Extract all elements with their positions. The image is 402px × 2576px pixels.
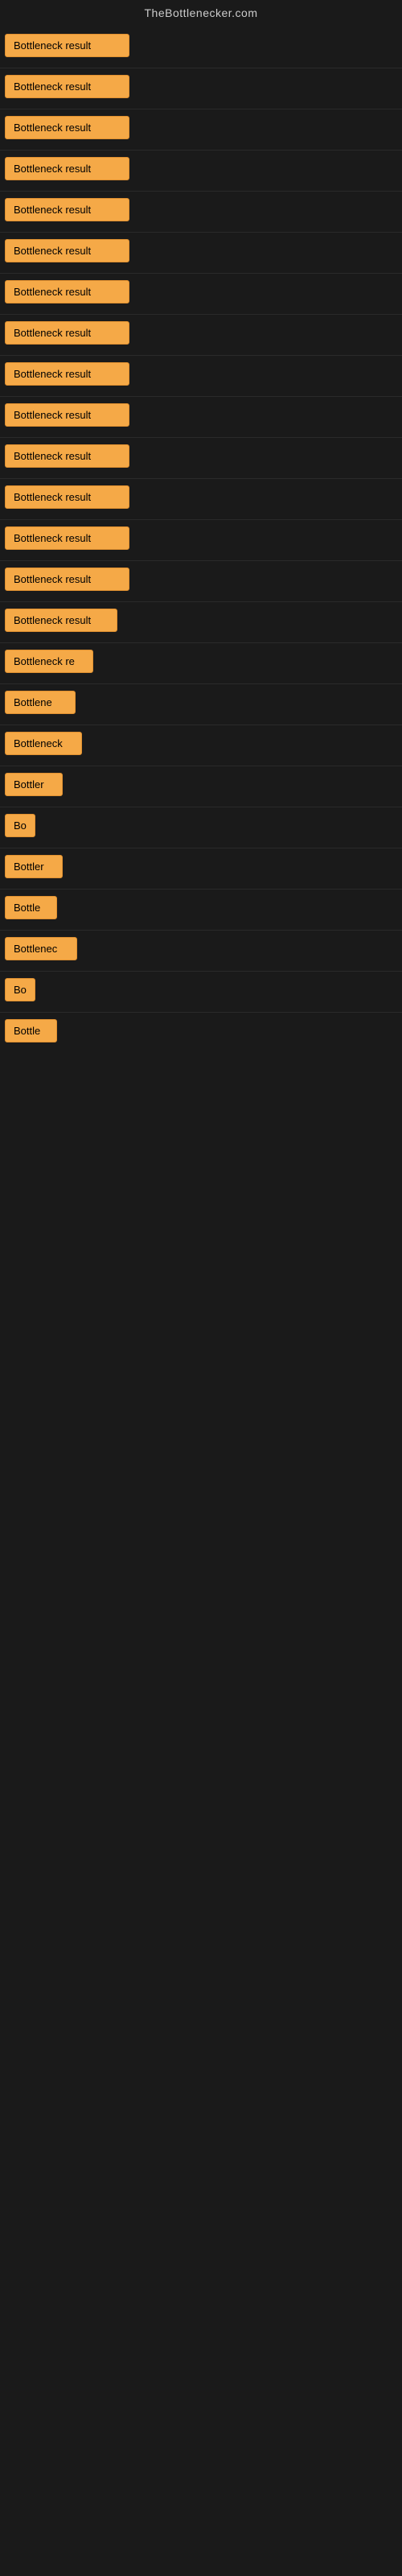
bottleneck-result-badge[interactable]: Bottleneck — [5, 732, 82, 755]
list-item: Bottleneck result — [0, 233, 402, 274]
list-item: Bottleneck result — [0, 192, 402, 233]
bottleneck-result-badge[interactable]: Bottleneck result — [5, 321, 129, 345]
list-item: Bottleneck — [0, 725, 402, 766]
bottleneck-result-badge[interactable]: Bo — [5, 978, 35, 1001]
bottleneck-result-badge[interactable]: Bottleneck result — [5, 568, 129, 591]
list-item: Bottleneck result — [0, 561, 402, 602]
bottleneck-result-badge[interactable]: Bottleneck result — [5, 403, 129, 427]
list-item: Bottleneck result — [0, 602, 402, 643]
list-item: Bottleneck re — [0, 643, 402, 684]
site-title: TheBottlenecker.com — [0, 0, 402, 27]
list-item: Bottleneck result — [0, 315, 402, 356]
list-item: Bottler — [0, 766, 402, 807]
list-item: Bottleneck result — [0, 109, 402, 151]
list-item: Bottleneck result — [0, 479, 402, 520]
bottleneck-result-badge[interactable]: Bo — [5, 814, 35, 837]
bottleneck-result-badge[interactable]: Bottleneck result — [5, 526, 129, 550]
list-item: Bottleneck result — [0, 68, 402, 109]
bottleneck-result-badge[interactable]: Bottleneck result — [5, 444, 129, 468]
bottleneck-result-badge[interactable]: Bottleneck result — [5, 485, 129, 509]
list-item: Bottleneck result — [0, 438, 402, 479]
list-item: Bo — [0, 807, 402, 848]
bottleneck-list: Bottleneck result Bottleneck result Bottle… — [0, 27, 402, 1053]
bottleneck-result-badge[interactable]: Bottleneck re — [5, 650, 93, 673]
bottleneck-result-badge[interactable]: Bottleneck result — [5, 280, 129, 303]
bottleneck-result-badge[interactable]: Bottle — [5, 896, 57, 919]
bottleneck-result-badge[interactable]: Bottleneck result — [5, 75, 129, 98]
bottleneck-result-badge[interactable]: Bottleneck result — [5, 116, 129, 139]
list-item: Bottler — [0, 848, 402, 890]
list-item: Bottleneck result — [0, 27, 402, 68]
bottleneck-result-badge[interactable]: Bottleneck result — [5, 609, 117, 632]
bottleneck-result-badge[interactable]: Bottleneck result — [5, 34, 129, 57]
list-item: Bottle — [0, 1013, 402, 1053]
list-item: Bottle — [0, 890, 402, 931]
bottleneck-result-badge[interactable]: Bottleneck result — [5, 362, 129, 386]
list-item: Bottleneck result — [0, 274, 402, 315]
site-header: TheBottlenecker.com — [0, 0, 402, 27]
bottleneck-result-badge[interactable]: Bottlenec — [5, 937, 77, 960]
list-item: Bottleneck result — [0, 356, 402, 397]
list-item: Bottlenec — [0, 931, 402, 972]
bottleneck-result-badge[interactable]: Bottleneck result — [5, 157, 129, 180]
list-item: Bo — [0, 972, 402, 1013]
bottleneck-result-badge[interactable]: Bottleneck result — [5, 198, 129, 221]
bottleneck-result-badge[interactable]: Bottlene — [5, 691, 76, 714]
bottleneck-result-badge[interactable]: Bottleneck result — [5, 239, 129, 262]
list-item: Bottleneck result — [0, 397, 402, 438]
bottleneck-result-badge[interactable]: Bottle — [5, 1019, 57, 1042]
bottleneck-result-badge[interactable]: Bottler — [5, 855, 63, 878]
list-item: Bottleneck result — [0, 520, 402, 561]
list-item: Bottleneck result — [0, 151, 402, 192]
list-item: Bottlene — [0, 684, 402, 725]
bottleneck-result-badge[interactable]: Bottler — [5, 773, 63, 796]
